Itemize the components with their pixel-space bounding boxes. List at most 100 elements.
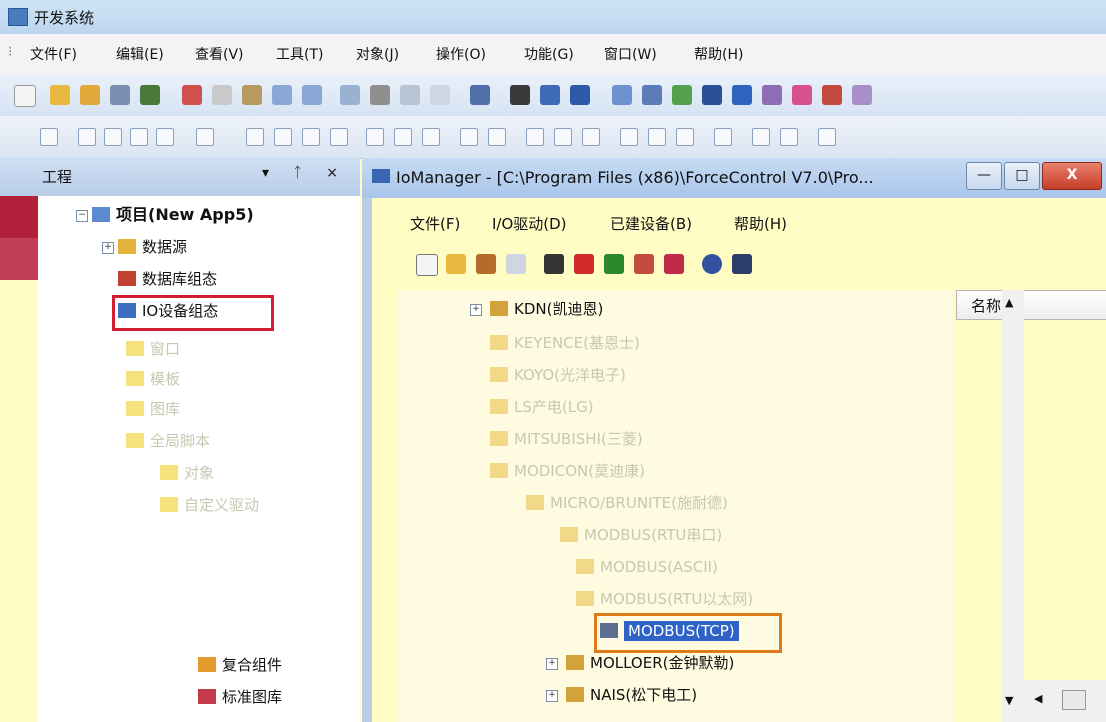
menu-function[interactable]: 功能(G) (524, 44, 574, 64)
menu-view[interactable]: 查看(V) (195, 44, 244, 64)
ungroup-icon[interactable] (104, 128, 122, 146)
cross-tools-icon[interactable] (702, 85, 722, 105)
layer-icon[interactable] (196, 128, 214, 146)
list-hscrollbar[interactable]: ◀ (1024, 680, 1106, 722)
script-icon[interactable] (762, 85, 782, 105)
remove-device-icon[interactable] (664, 254, 684, 274)
align-left-icon[interactable] (246, 128, 264, 146)
tree-item-window[interactable]: 窗口 (126, 336, 180, 362)
redo-icon[interactable] (302, 85, 322, 105)
var-icon[interactable] (672, 85, 692, 105)
tree-item-global-script[interactable]: 全局脚本 (126, 428, 210, 454)
undo-icon[interactable] (272, 85, 292, 105)
exit-icon[interactable] (732, 254, 752, 274)
menu-object[interactable]: 对象(J) (356, 44, 399, 64)
device-icon[interactable] (822, 85, 842, 105)
menu-operation[interactable]: 操作(O) (436, 44, 486, 64)
flip-v-icon[interactable] (648, 128, 666, 146)
delete-icon[interactable] (574, 254, 594, 274)
maximize-button[interactable]: □ (1004, 162, 1040, 190)
space-v-icon[interactable] (488, 128, 506, 146)
menu-built-devices[interactable]: 已建设备(B) (610, 213, 692, 234)
menu-help[interactable]: 帮助(H) (734, 213, 787, 234)
align-right-icon[interactable] (274, 128, 292, 146)
play-icon[interactable] (732, 85, 752, 105)
driver-modbus-rtu[interactable]: MODBUS(RTU串口) (560, 522, 722, 548)
open-folder-icon[interactable] (446, 254, 466, 274)
tree-item-datasource[interactable]: 数据源 (118, 234, 187, 260)
expand-icon[interactable]: + (102, 242, 114, 254)
driver-ls[interactable]: LS产电(LG) (490, 394, 594, 420)
save-all-icon[interactable] (140, 85, 160, 105)
collapse-icon[interactable]: − (76, 210, 88, 222)
driver-modicon[interactable]: MODICON(莫迪康) (490, 458, 645, 484)
tree-item-composite[interactable]: 复合组件 (198, 652, 282, 678)
paste-icon[interactable] (242, 85, 262, 105)
table-icon[interactable] (612, 85, 632, 105)
help-icon[interactable] (702, 254, 722, 274)
close-button[interactable]: X (1042, 162, 1102, 190)
edit-icon[interactable] (544, 254, 564, 274)
menu-file[interactable]: 文件(F) (30, 44, 77, 64)
center-h-icon[interactable] (366, 128, 384, 146)
tree-scrollbar[interactable]: ▲ ▼ (1002, 290, 1024, 722)
menu-edit[interactable]: 编辑(E) (116, 44, 164, 64)
tree-item-gallery[interactable]: 图库 (126, 396, 180, 422)
tree-item-project[interactable]: 项目(New App5) (92, 202, 254, 228)
back-icon[interactable] (752, 128, 770, 146)
rotate-icon[interactable] (676, 128, 694, 146)
center-v-icon[interactable] (394, 128, 412, 146)
expand-icon[interactable]: + (470, 304, 482, 316)
combine-icon[interactable] (130, 128, 148, 146)
driver-modbus-rtu-eth[interactable]: MODBUS(RTU以太网) (576, 586, 753, 612)
driver-koyo[interactable]: KOYO(光洋电子) (490, 362, 626, 388)
driver-molloer[interactable]: MOLLOER(金钟默勒) (566, 650, 734, 676)
tree-item-template[interactable]: 模板 (126, 366, 180, 392)
download-icon[interactable] (340, 85, 360, 105)
side-tab[interactable] (0, 196, 38, 238)
split-icon[interactable] (156, 128, 174, 146)
window-icon[interactable] (570, 85, 590, 105)
tree-item-custom-driver[interactable]: 自定义驱动 (160, 492, 259, 518)
minimize-button[interactable]: — (966, 162, 1002, 190)
column-name[interactable]: 名称 (971, 295, 1001, 316)
driver-micro[interactable]: MICRO/BRUNITE(施耐德) (526, 490, 728, 516)
align-top-icon[interactable] (302, 128, 320, 146)
center-both-icon[interactable] (422, 128, 440, 146)
align-bottom-icon[interactable] (330, 128, 348, 146)
folder-icon[interactable] (80, 85, 100, 105)
menu-window[interactable]: 窗口(W) (604, 44, 657, 64)
forward-icon[interactable] (780, 128, 798, 146)
list-icon[interactable] (642, 85, 662, 105)
scroll-down-icon[interactable]: ▼ (1005, 694, 1013, 707)
same-width-icon[interactable] (526, 128, 544, 146)
expand-icon[interactable]: + (546, 658, 558, 670)
flip-h-icon[interactable] (620, 128, 638, 146)
hand-icon[interactable] (476, 254, 496, 274)
driver-modbus-tcp[interactable]: MODBUS(TCP) (600, 618, 739, 644)
panel-controls[interactable]: ▾ ᛏ × (262, 165, 348, 181)
add-device-icon[interactable] (634, 254, 654, 274)
scroll-left-icon[interactable]: ◀ (1034, 692, 1042, 705)
driver-kdn[interactable]: KDN(凯迪恩) (490, 296, 603, 322)
device-icon[interactable] (604, 254, 624, 274)
menu-help[interactable]: 帮助(H) (694, 44, 743, 64)
menu-tools[interactable]: 工具(T) (276, 44, 323, 64)
new-file-icon[interactable] (14, 85, 36, 107)
same-size-icon[interactable] (582, 128, 600, 146)
save-icon[interactable] (110, 85, 130, 105)
backward-icon[interactable] (818, 128, 836, 146)
find-icon[interactable] (510, 85, 530, 105)
tree-item-database[interactable]: 数据库组态 (118, 266, 217, 292)
copy-icon[interactable] (212, 85, 232, 105)
search-icon[interactable] (506, 254, 526, 274)
grid-icon[interactable] (430, 85, 450, 105)
group-icon[interactable] (78, 128, 96, 146)
driver-modbus-ascii[interactable]: MODBUS(ASCII) (576, 554, 718, 580)
import-icon[interactable] (40, 128, 58, 146)
driver-mitsubishi[interactable]: MITSUBISHI(三菱) (490, 426, 643, 452)
expand-icon[interactable]: + (546, 690, 558, 702)
menu-io-driver[interactable]: I/O驱动(D) (492, 213, 567, 234)
chart-icon[interactable] (540, 85, 560, 105)
database-icon[interactable] (370, 85, 390, 105)
